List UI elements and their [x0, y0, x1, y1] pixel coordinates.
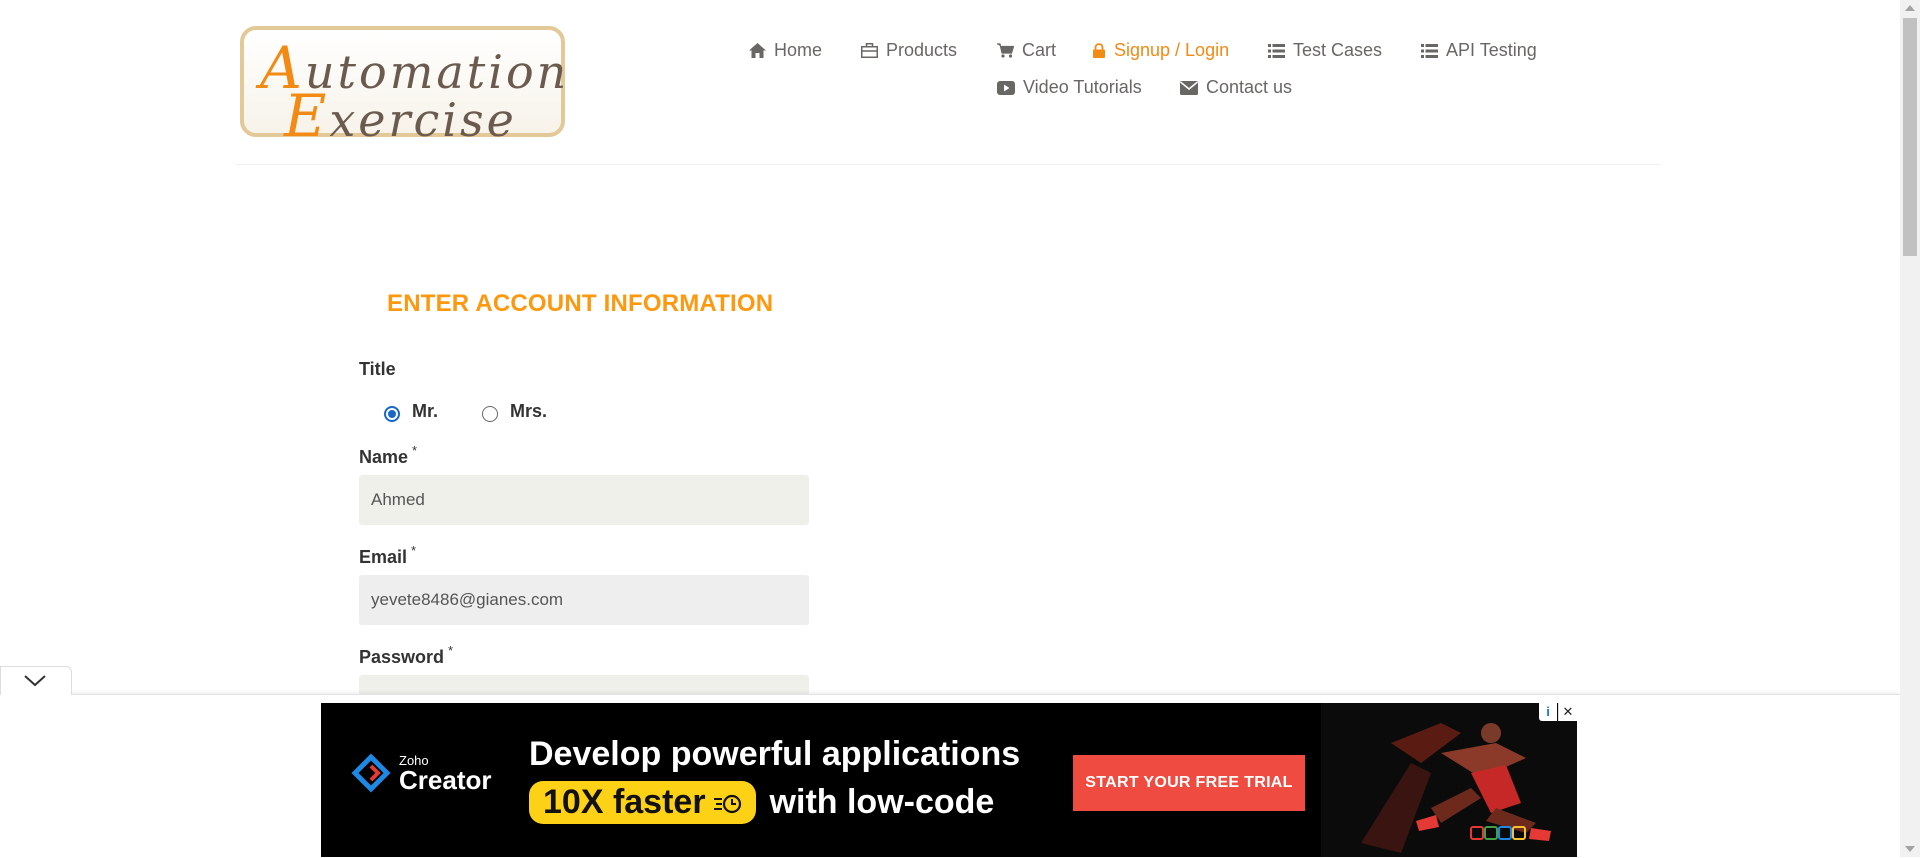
zoho-creator-logo-icon [351, 753, 391, 793]
nav-contact-us-label: Contact us [1206, 77, 1293, 97]
nav-home[interactable]: Home [749, 40, 822, 61]
nav-video-tutorials[interactable]: Video Tutorials [997, 77, 1142, 98]
ad-highlight-text: 10X faster [543, 783, 706, 821]
youtube-icon [997, 80, 1015, 95]
envelope-icon [1180, 80, 1198, 95]
zoho-creator-ad[interactable]: Zoho Creator Develop powerful applicatio… [321, 703, 1577, 857]
title-label: Title [359, 359, 396, 379]
nav-products[interactable]: Products [861, 40, 957, 61]
chevron-down-icon [24, 675, 46, 687]
required-mark: * [412, 443, 418, 458]
title-mrs-option[interactable]: Mrs. [482, 400, 547, 422]
title-mrs-radio[interactable] [482, 406, 498, 422]
ad-headline-tail: with low-code [769, 783, 995, 821]
nav-api-testing[interactable]: API Testing [1421, 40, 1537, 61]
page-scrollbar[interactable] [1900, 0, 1920, 857]
email-label-text: Email [359, 547, 408, 567]
ad-cta-button[interactable]: START YOUR FREE TRIAL [1073, 755, 1305, 811]
ad-subline: 10X faster with low-code [529, 781, 994, 824]
speed-clock-icon [713, 794, 741, 813]
ad-collapse-toggle[interactable] [0, 666, 72, 695]
nav-signup-login-label: Signup / Login [1114, 40, 1230, 60]
name-field[interactable]: Ahmed [359, 475, 809, 525]
cart-icon [997, 43, 1014, 58]
ad-brand: Zoho Creator [351, 753, 491, 793]
scroll-up-arrow-icon[interactable] [1905, 5, 1915, 11]
header-divider [236, 164, 1661, 165]
password-field[interactable] [359, 675, 809, 695]
title-mr-radio[interactable] [384, 406, 400, 422]
password-label-text: Password [359, 647, 445, 667]
title-mr-label: Mr. [412, 400, 439, 421]
nav-products-label: Products [886, 40, 958, 60]
ad-headline: Develop powerful applications [529, 735, 1021, 773]
nav-test-cases[interactable]: Test Cases [1268, 40, 1382, 61]
password-label: Password * [359, 643, 453, 668]
list-icon [1421, 43, 1438, 58]
name-label: Name * [359, 443, 417, 468]
nav-cart-label: Cart [1022, 40, 1057, 60]
nav-video-tutorials-label: Video Tutorials [1023, 77, 1142, 97]
form-heading: ENTER ACCOUNT INFORMATION [387, 290, 774, 317]
required-mark: * [411, 543, 417, 558]
ad-highlight-pill: 10X faster [529, 781, 756, 824]
email-label: Email * [359, 543, 416, 568]
name-label-text: Name [359, 447, 409, 467]
main-nav: Home Products Cart Signup / Login Test C… [0, 38, 1900, 108]
ad-info-icon[interactable]: i [1539, 703, 1557, 721]
briefcase-icon [861, 43, 878, 58]
nav-api-testing-label: API Testing [1446, 40, 1537, 60]
title-mr-option[interactable]: Mr. [384, 400, 438, 422]
ad-close-icon[interactable]: ✕ [1558, 703, 1577, 721]
list-icon [1268, 43, 1285, 58]
lock-icon [1093, 43, 1105, 58]
ad-athlete-illustration [1321, 703, 1577, 857]
title-mrs-label: Mrs. [510, 400, 548, 421]
ad-brand-large: Creator [399, 764, 492, 795]
email-field[interactable]: yevete8486@gianes.com [359, 575, 809, 625]
nav-contact-us[interactable]: Contact us [1180, 77, 1292, 98]
ad-brand-text: Zoho Creator [399, 754, 491, 793]
scroll-down-arrow-icon[interactable] [1905, 846, 1915, 852]
home-icon [749, 43, 766, 58]
nav-test-cases-label: Test Cases [1293, 40, 1383, 60]
scrollbar-thumb[interactable] [1903, 18, 1917, 256]
nav-cart[interactable]: Cart [997, 40, 1056, 61]
nav-signup-login[interactable]: Signup / Login [1092, 40, 1229, 61]
required-mark: * [448, 643, 454, 658]
nav-home-label: Home [774, 40, 823, 60]
